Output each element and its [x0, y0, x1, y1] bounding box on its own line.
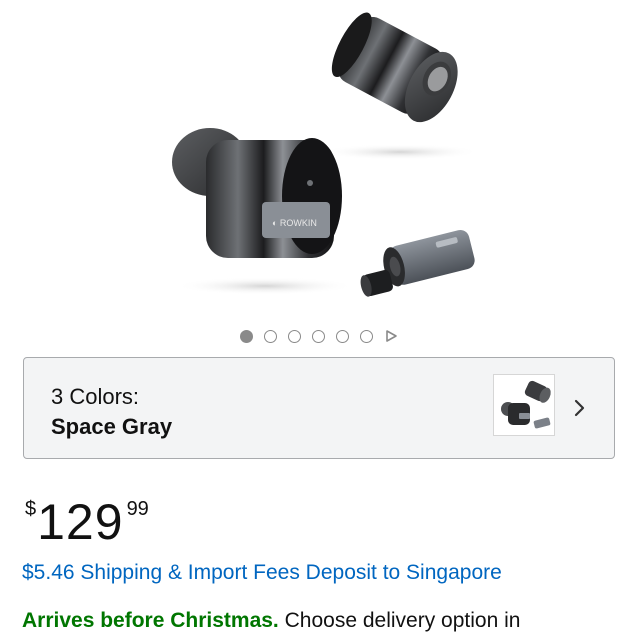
pagination-dot[interactable]	[312, 329, 325, 343]
variant-thumbnail-image	[501, 380, 551, 429]
earbuds-illustration: ◐ ROWKIN	[172, 12, 480, 297]
product-image[interactable]: ◐ ROWKIN	[0, 0, 638, 318]
charging-case	[360, 229, 475, 297]
color-variant-selector[interactable]: 3 Colors: Space Gray	[23, 357, 615, 459]
shadow-bottom	[175, 277, 355, 295]
delivery-highlight: Arrives before Christmas.	[22, 609, 279, 632]
price-currency-symbol: $	[25, 498, 37, 520]
delivery-text: Choose delivery option in	[284, 609, 521, 632]
shadow-top	[320, 144, 480, 160]
svg-text:◐ ROWKIN: ◐ ROWKIN	[272, 218, 317, 228]
pagination-dot[interactable]	[264, 329, 277, 343]
play-icon[interactable]	[384, 329, 398, 343]
earbud-main: ◐ ROWKIN	[172, 128, 342, 258]
image-pagination	[0, 327, 638, 345]
variant-selected-label: Space Gray	[51, 414, 173, 439]
shipping-fees-link[interactable]: $5.46 Shipping & Import Fees Deposit to …	[22, 561, 502, 585]
delivery-info: Arrives before Christmas. Choose deliver…	[22, 609, 520, 633]
product-price: $ 129 99	[25, 494, 149, 554]
pagination-dot[interactable]	[288, 329, 301, 343]
earbud-top	[331, 12, 458, 123]
product-page: ◐ ROWKIN 3 Colors: Space Gray $ 129 99 $…	[0, 0, 638, 640]
pagination-dot[interactable]	[360, 329, 373, 343]
pagination-dot[interactable]	[240, 329, 253, 343]
price-whole: 129	[37, 494, 124, 550]
chevron-right-icon	[574, 399, 585, 417]
variant-thumbnail	[493, 374, 555, 436]
variant-count-label: 3 Colors:	[51, 384, 140, 409]
pagination-dot[interactable]	[336, 329, 349, 343]
price-fraction: 99	[126, 498, 149, 520]
